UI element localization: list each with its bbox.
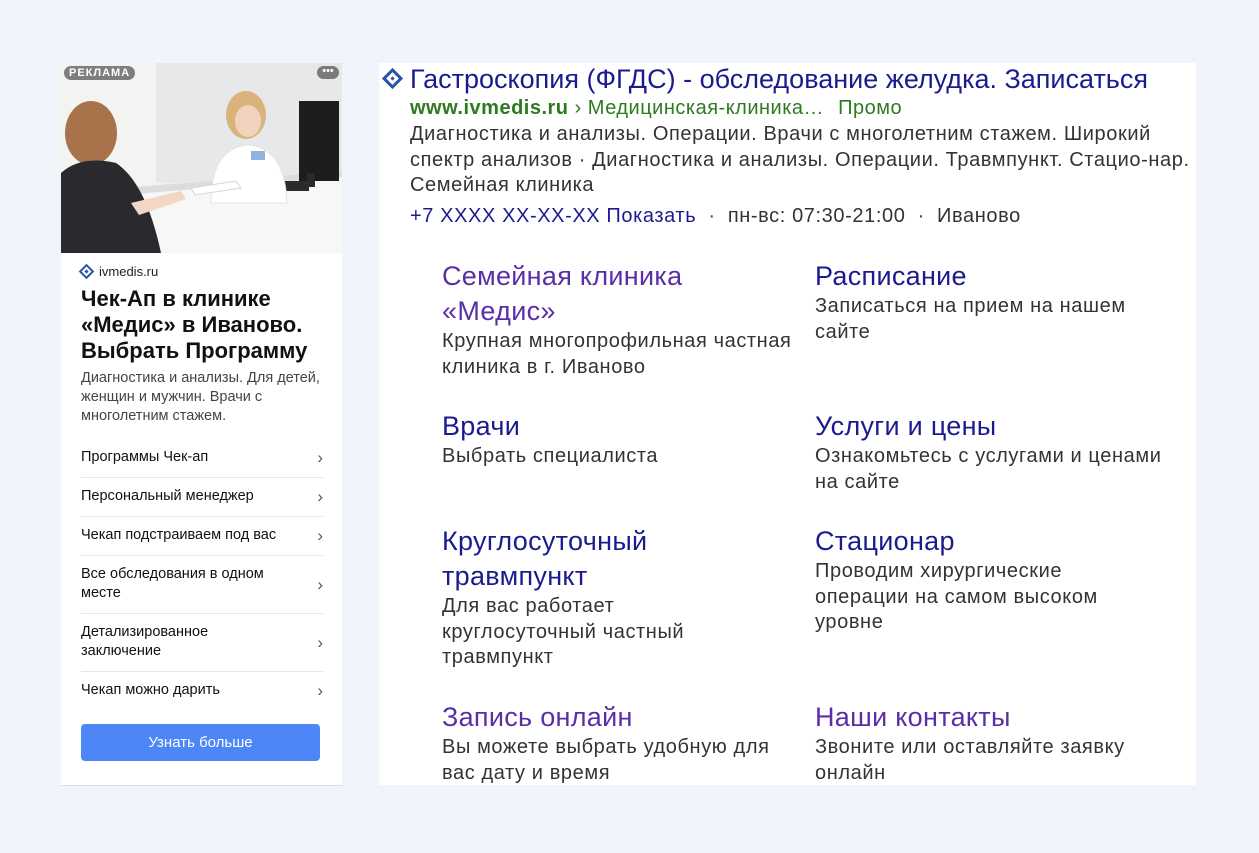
- list-item[interactable]: Все обследования в одном месте ›: [81, 556, 323, 614]
- sitelink-description: Ознакомьтесь с услугами и ценами на сайт…: [815, 445, 1162, 493]
- chevron-right-icon: ›: [317, 487, 323, 506]
- sitelink: Услуги и цены Ознакомьтесь с услугами и …: [815, 409, 1175, 495]
- phone-show-link[interactable]: +7 XXXX XX-XX-XX Показать: [410, 205, 696, 227]
- search-ad-url[interactable]: www.ivmedis.ru › Медицинская-клиника… Пр…: [410, 96, 902, 121]
- sitelink-title[interactable]: Расписание: [815, 259, 1175, 294]
- list-item-label: Персональный менеджер: [81, 488, 254, 504]
- list-item[interactable]: Программы Чек-ап ›: [81, 439, 323, 478]
- ad-title[interactable]: Чек-Ап в клинике «Медис» в Иваново. Выбр…: [81, 286, 331, 364]
- learn-more-button[interactable]: Узнать больше: [81, 724, 320, 761]
- url-path[interactable]: › Медицинская-клиника…: [575, 97, 824, 119]
- ad-photo[interactable]: РЕКЛАМА •••: [61, 63, 342, 253]
- sitelink-description: Крупная многопрофильная частная клиника …: [442, 330, 792, 378]
- sitelink: Запись онлайн Вы можете выбрать удобную …: [442, 700, 802, 786]
- sitelink-title[interactable]: Услуги и цены: [815, 409, 1175, 444]
- sitelink-title[interactable]: Круглосуточный травмпункт: [442, 524, 742, 594]
- sitelink-title[interactable]: Семейная клиника «Медис»: [442, 259, 802, 329]
- ad-label-badge: РЕКЛАМА: [64, 66, 136, 80]
- more-dots-icon[interactable]: •••: [317, 66, 339, 79]
- favicon-icon: [78, 263, 95, 280]
- sitelink-title[interactable]: Стационар: [815, 524, 1145, 559]
- search-ad-title[interactable]: Гастроскопия (ФГДС) - обследование желуд…: [410, 63, 1148, 95]
- working-hours: пн-вс: 07:30-21:00: [727, 205, 906, 227]
- list-item[interactable]: Детализированное заключение ›: [81, 614, 323, 672]
- list-item[interactable]: Чекап можно дарить ›: [81, 672, 323, 710]
- list-item-label: Детализированное заключение: [81, 624, 209, 659]
- chevron-right-icon: ›: [317, 448, 323, 467]
- mobile-ad-card[interactable]: РЕКЛАМА ••• ivmedis.ru Чек-Ап в клинике …: [61, 63, 342, 786]
- sitelink-title[interactable]: Врачи: [442, 409, 802, 444]
- list-item-label: Программы Чек-ап: [81, 449, 209, 465]
- separator-dot: ·: [708, 205, 716, 227]
- sitelink-description: Звоните или оставляйте заявку онлайн: [815, 736, 1125, 784]
- sitelink: Круглосуточный травмпункт Для вас работа…: [442, 524, 742, 671]
- contact-line: +7 XXXX XX-XX-XX Показать · пн-вс: 07:30…: [410, 204, 1021, 229]
- separator-dot: ·: [917, 205, 925, 227]
- sitelink-title[interactable]: Запись онлайн: [442, 700, 802, 735]
- clinic-photo-image: [61, 63, 342, 253]
- chevron-right-icon: ›: [317, 681, 323, 700]
- list-item-label: Все обследования в одном месте: [81, 566, 264, 601]
- sitelink-description: Проводим хирургические операции на самом…: [815, 560, 1098, 633]
- chevron-right-icon: ›: [317, 574, 323, 594]
- search-ad-result: Гастроскопия (ФГДС) - обследование желуд…: [379, 63, 1196, 785]
- ad-description: Диагностика и анализы. Для детей, женщин…: [81, 370, 320, 424]
- search-ad-description: Диагностика и анализы. Операции. Врачи с…: [410, 123, 1190, 196]
- sitelink-description: Вы можете выбрать удобную для вас дату и…: [442, 736, 770, 784]
- sitelink-description: Записаться на прием на нашем сайте: [815, 295, 1126, 343]
- sitelink: Наши контакты Звоните или оставляйте зая…: [815, 700, 1175, 786]
- list-item[interactable]: Персональный менеджер ›: [81, 478, 323, 517]
- sitelink-title[interactable]: Наши контакты: [815, 700, 1175, 735]
- chevron-right-icon: ›: [317, 526, 323, 545]
- url-domain[interactable]: www.ivmedis.ru: [410, 97, 569, 119]
- ad-domain[interactable]: ivmedis.ru: [78, 263, 159, 280]
- chevron-right-icon: ›: [317, 632, 323, 652]
- favicon-icon: [381, 67, 404, 90]
- sitelink-description: Для вас работает круглосуточный частный …: [442, 595, 685, 668]
- city-label[interactable]: Иваново: [937, 205, 1021, 227]
- list-item-label: Чекап подстраиваем под вас: [81, 527, 277, 543]
- ad-domain-text: ivmedis.ru: [99, 264, 159, 279]
- sitelink: Семейная клиника «Медис» Крупная многопр…: [442, 259, 802, 380]
- sitelink-description: Выбрать специалиста: [442, 445, 659, 467]
- promo-label: Промо: [838, 97, 903, 119]
- ad-links-list: Программы Чек-ап › Персональный менеджер…: [81, 439, 323, 710]
- list-item-label: Чекап можно дарить: [81, 682, 220, 698]
- sitelink: Расписание Записаться на прием на нашем …: [815, 259, 1175, 345]
- sitelink: Стационар Проводим хирургические операци…: [815, 524, 1145, 636]
- sitelink: Врачи Выбрать специалиста: [442, 409, 802, 470]
- list-item[interactable]: Чекап подстраиваем под вас ›: [81, 517, 323, 556]
